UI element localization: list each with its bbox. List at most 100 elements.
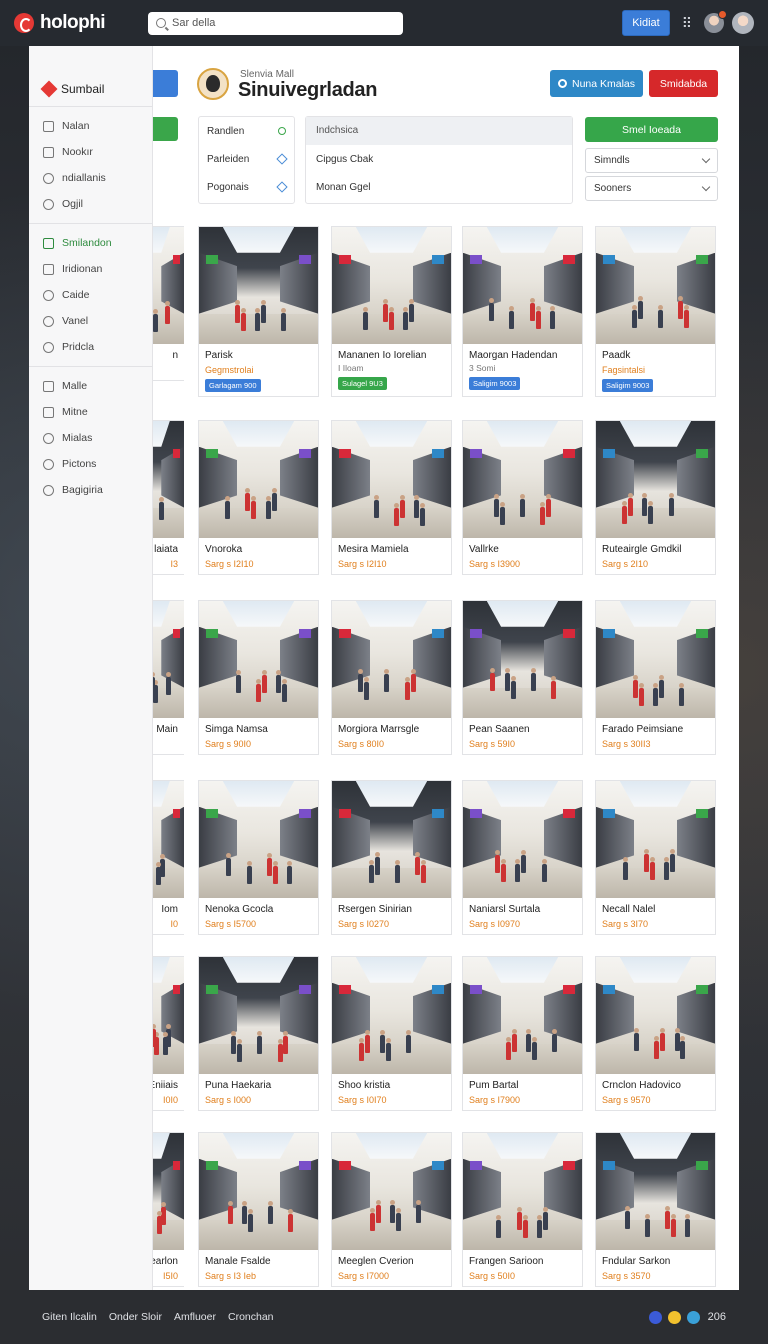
card-price: Fagsintalsi [602,365,646,375]
filter-row[interactable]: Randlen [199,117,294,145]
store-card[interactable]: Simga Namsa Sarg s 90I0 [198,600,319,755]
store-card[interactable]: Nenoka Gcocla Sarg s I5700 [198,780,319,935]
menu-icon [43,380,54,392]
store-card[interactable]: Vallrke Sarg s I3900 [462,420,583,575]
sidebar-item[interactable]: Mialas [29,425,152,451]
sidebar-header[interactable]: Sumbail [29,46,152,106]
store-card[interactable]: Frangen Sarioon Sarg s 50I0 [462,1132,583,1287]
center-filter-row[interactable]: Monan Ggel [306,173,572,201]
card-title: Vnoroka [205,544,243,555]
card-caption: Pean Saanen Sarg s 59I0 [463,718,582,754]
card-price: Sarg s 90I0 [205,739,252,749]
sidebar-item[interactable]: Malle [29,373,152,399]
select-dropdown-1[interactable]: Simndls [585,148,718,173]
store-card[interactable]: Crnclon Hadovico Sarg s 9570 [595,956,716,1111]
sidebar-group: Malle Mitne Mialas Pictons Bagigiria [29,366,152,509]
danger-button[interactable]: Smidabda [649,70,718,97]
menu-icon [43,432,54,444]
footer: Giten Ilcalin Onder Sloir Amfluoer Cronc… [0,1290,768,1344]
select-value: Sooners [594,183,632,194]
store-photo [463,421,582,538]
store-card[interactable]: Naniarsl Surtala Sarg s I0970 [462,780,583,935]
store-card[interactable]: Necall Nalel Sarg s 3I70 [595,780,716,935]
store-card[interactable]: Mesira Mamiela Sarg s I2I10 [331,420,452,575]
footer-count: 206 [707,1311,726,1323]
sidebar-item[interactable]: Pridcla [29,334,152,360]
sidebar-item[interactable]: Iridionan [29,256,152,282]
twitter-icon[interactable] [686,1310,700,1324]
sidebar-item[interactable]: Nookır [29,139,152,165]
store-photo [596,227,715,344]
sidebar-item-label: Iridionan [62,263,103,275]
profile-avatar[interactable] [732,12,754,34]
sidebar-item[interactable]: Pictons [29,451,152,477]
search-bar[interactable] [148,11,403,35]
sidebar-item[interactable]: Vanel [29,308,152,334]
store-card[interactable]: Puna Haekaria Sarg s I000 [198,956,319,1111]
store-card[interactable]: Rsergen Sinirian Sarg s I0270 [331,780,452,935]
footer-link[interactable]: Giten Ilcalin [42,1311,97,1323]
app-logo[interactable]: holophi [14,12,124,34]
card-price: Sarg s 59I0 [469,739,516,749]
card-caption: Fndular Sarkon Sarg s 3570 [596,1250,715,1286]
store-card[interactable]: Ruteairgle Gmdkil Sarg s 2I10 [595,420,716,575]
card-price: Sarg s I3 Ieb [205,1271,257,1281]
store-card[interactable]: Parisk Gegmstrolai Garlagam 900 [198,226,319,397]
menu-icon [43,484,54,496]
card-caption: Farado Peimsiane Sarg s 30II3 [596,718,715,754]
filter-row[interactable]: Pogonais [199,173,294,201]
chevron-down-icon [701,154,711,164]
edit-icon [278,127,286,135]
store-photo [332,601,451,718]
sidebar-item[interactable]: Bagigiria [29,477,152,503]
select-dropdown-2[interactable]: Sooners [585,176,718,201]
store-card[interactable]: Maorgan Hadendan 3 Somi Saligim 9003 [462,226,583,397]
store-card[interactable]: Shoo kristia Sarg s I0I70 [331,956,452,1111]
store-photo [199,227,318,344]
green-action-button[interactable]: Smel Ioeada [585,117,718,142]
primary-button[interactable]: Nuna Kmalas [550,70,643,97]
card-meta: I Iloam [338,363,364,373]
store-card[interactable]: Manale Fsalde Sarg s I3 Ieb [198,1132,319,1287]
store-card[interactable]: Mananen Io Iorelian I Iloam Sulagel 9U3 [331,226,452,397]
footer-link[interactable]: Onder Sloir [109,1311,162,1323]
store-card[interactable]: Meeglen Cverion Sarg s I7000 [331,1132,452,1287]
sidebar-item-label: Pridcla [62,341,95,353]
smile-icon[interactable] [667,1310,681,1324]
footer-link[interactable]: Amfluoer [174,1311,216,1323]
sidebar-title: Sumbail [61,81,105,96]
store-card[interactable]: Pean Saanen Sarg s 59I0 [462,600,583,755]
card-price: Sarg s I0270 [338,919,390,929]
card-price: Sarg s I7000 [338,1271,390,1281]
card-caption: Manale Fsalde Sarg s I3 Ieb [199,1250,318,1286]
menu-icon [43,172,54,184]
sidebar-item[interactable]: Ogjil [29,191,152,217]
center-filter-row[interactable]: Cipgus Cbak [306,145,572,173]
sidebar-item[interactable]: Mitne [29,399,152,425]
store-card[interactable]: Paadk Fagsintalsi Saligim 9003 [595,226,716,397]
target-icon [557,79,567,88]
facebook-icon[interactable] [648,1310,662,1324]
search-icon [156,18,166,28]
card-caption: Maorgan Hadendan 3 Somi Saligim 9003 [463,344,582,396]
card-tag: Saligim 9003 [602,379,654,392]
store-photo [199,601,318,718]
search-input[interactable] [172,17,395,29]
sidebar-item[interactable]: Nalan [29,113,152,139]
sidebar-item-label: Pictons [62,458,97,470]
store-card[interactable]: Farado Peimsiane Sarg s 30II3 [595,600,716,755]
user-avatar[interactable] [704,10,727,33]
footer-link[interactable]: Cronchan [228,1311,274,1323]
store-card[interactable]: Pum Bartal Sarg s I7900 [462,956,583,1111]
store-card[interactable]: Vnoroka Sarg s I2I10 [198,420,319,575]
store-card[interactable]: Morgiora Marrsgle Sarg s 80I0 [331,600,452,755]
card-caption: Vnoroka Sarg s I2I10 [199,538,318,574]
top-action-button[interactable]: Kidiat [622,10,670,36]
sidebar-item[interactable]: Caide [29,282,152,308]
store-card[interactable]: Fndular Sarkon Sarg s 3570 [595,1132,716,1287]
sidebar-item[interactable]: ndiallanis [29,165,152,191]
sidebar-item[interactable]: Smilandon [29,230,152,256]
apps-grid-icon[interactable]: ⠿ [682,15,692,32]
card-caption: Pum Bartal Sarg s I7900 [463,1074,582,1110]
filter-row[interactable]: Parleiden [199,145,294,173]
